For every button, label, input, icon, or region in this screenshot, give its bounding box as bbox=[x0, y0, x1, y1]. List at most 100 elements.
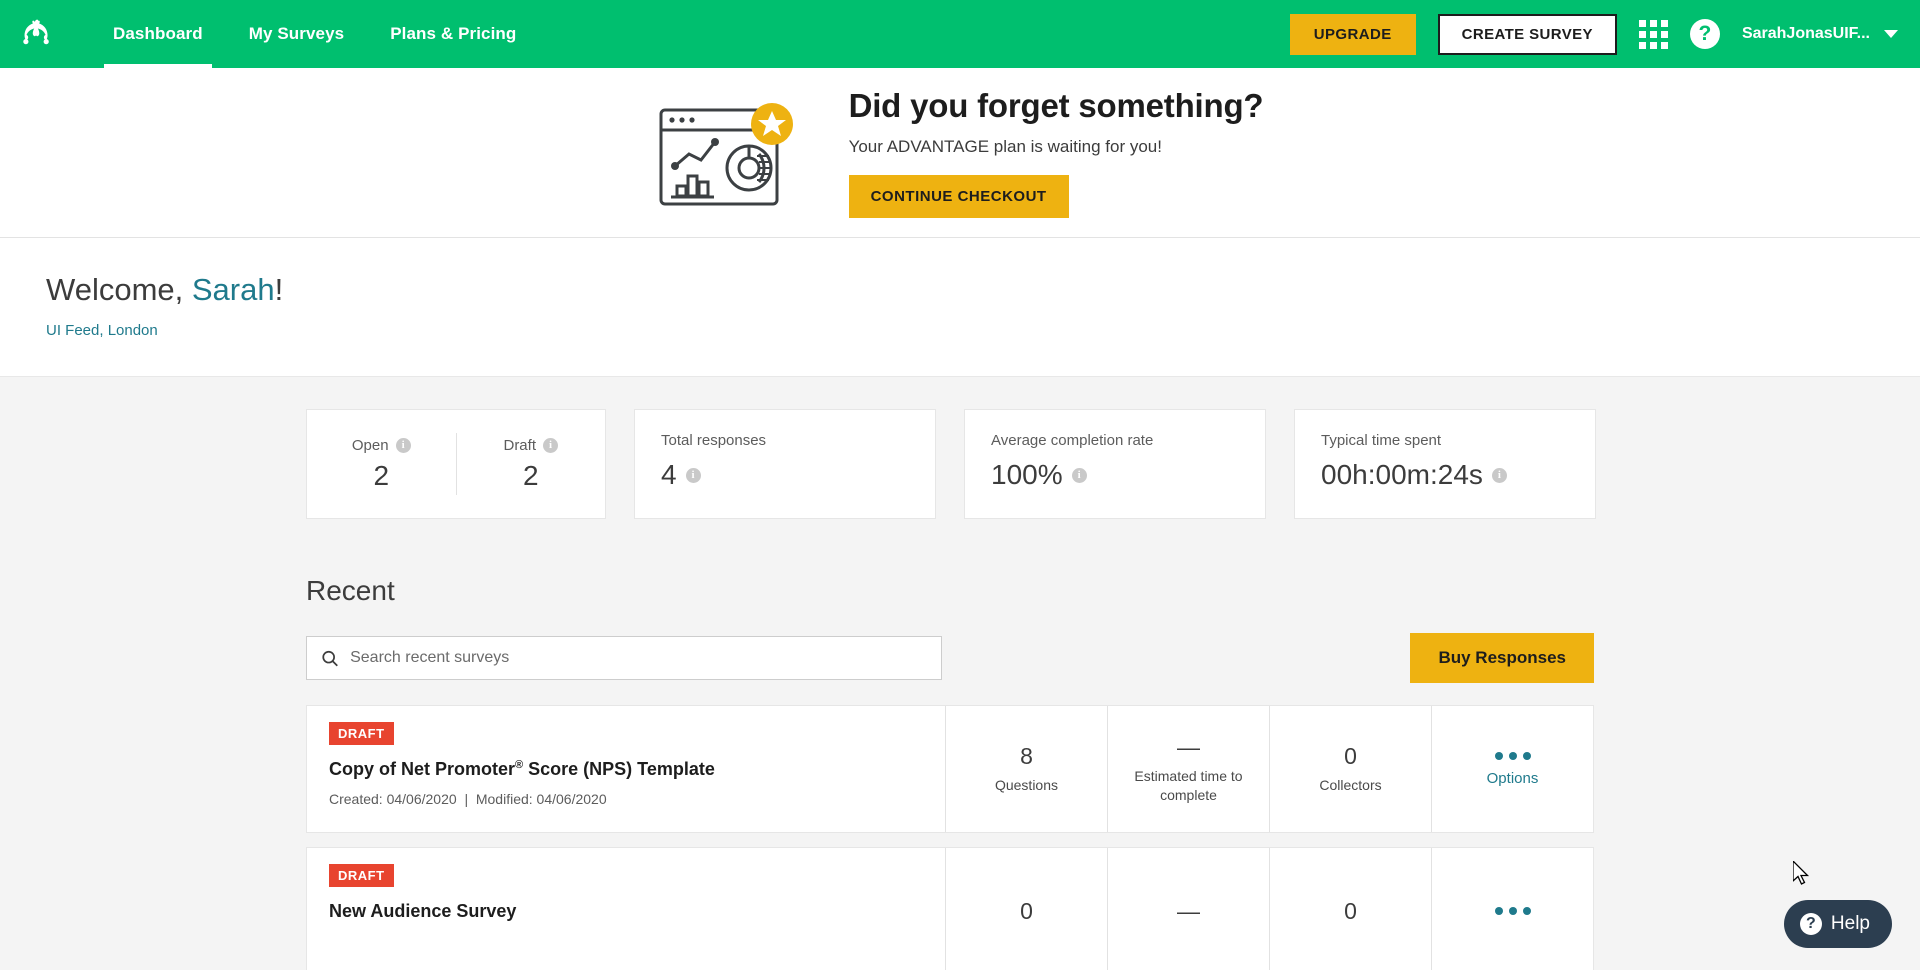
recent-toolbar: Buy Responses bbox=[306, 633, 1594, 683]
recent-title: Recent bbox=[306, 575, 395, 606]
question-mark-icon: ? bbox=[1799, 913, 1822, 935]
survey-title[interactable]: Copy of Net Promoter® Score (NPS) Templa… bbox=[329, 758, 749, 782]
survey-options-label[interactable]: Options bbox=[1487, 770, 1539, 787]
chevron-down-icon bbox=[1884, 30, 1898, 38]
draft-stat: Draft i 2 bbox=[457, 437, 606, 492]
survey-questions-column: 8 Questions bbox=[945, 706, 1107, 832]
survey-questions-column: 0 bbox=[945, 848, 1107, 970]
draft-stat-label-wrap: Draft i bbox=[457, 437, 606, 454]
open-stat-value: 2 bbox=[373, 459, 390, 491]
info-icon[interactable]: i bbox=[395, 437, 411, 453]
promo-banner: Did you forget something? Your ADVANTAGE… bbox=[0, 68, 1920, 238]
status-badge: DRAFT bbox=[329, 864, 394, 887]
info-icon[interactable]: i bbox=[1491, 467, 1507, 483]
stats-row: Open i 2 Draft i 2 Total responses 4 i A… bbox=[0, 377, 1920, 519]
survey-options-column[interactable] bbox=[1431, 848, 1593, 970]
survey-row-main: DRAFT Copy of Net Promoter® Score (NPS) … bbox=[307, 706, 945, 832]
completion-rate-label: Average completion rate bbox=[991, 432, 1154, 449]
recent-section: Recent Buy Responses DRAFT Copy of Net P… bbox=[0, 519, 1920, 970]
survey-questions-label: Questions bbox=[994, 777, 1059, 794]
promo-headline: Did you forget something? bbox=[848, 87, 1264, 124]
info-icon[interactable]: i bbox=[685, 467, 701, 483]
total-responses-value: 4 bbox=[661, 459, 677, 490]
total-responses-card: Total responses 4 i bbox=[634, 409, 936, 519]
total-responses-label: Total responses bbox=[661, 432, 767, 449]
survey-questions-value: 8 bbox=[1020, 743, 1033, 770]
nav-link-my-surveys[interactable]: My Surveys bbox=[226, 0, 368, 68]
open-stat-label-wrap: Open i bbox=[307, 437, 456, 454]
draft-stat-label: Draft bbox=[503, 436, 536, 454]
survey-row[interactable]: DRAFT Copy of Net Promoter® Score (NPS) … bbox=[306, 705, 1594, 833]
promo-subtext: Your ADVANTAGE plan is waiting for you! bbox=[848, 137, 1162, 156]
nav-right-actions: UPGRADE CREATE SURVEY ? SarahJonasUIF... bbox=[1289, 13, 1920, 55]
upgrade-button[interactable]: UPGRADE bbox=[1289, 13, 1416, 55]
survey-created-date: Created: 04/06/2020 bbox=[329, 790, 457, 807]
nav-link-plans-pricing-label: Plans & Pricing bbox=[390, 24, 517, 43]
create-survey-button[interactable]: CREATE SURVEY bbox=[1437, 13, 1617, 55]
account-menu[interactable]: SarahJonasUIF... bbox=[1742, 25, 1898, 43]
open-stat: Open i 2 bbox=[307, 437, 456, 492]
grid-apps-icon[interactable] bbox=[1638, 19, 1668, 49]
nav-links: Dashboard My Surveys Plans & Pricing bbox=[90, 0, 539, 68]
nav-link-dashboard-label: Dashboard bbox=[113, 24, 203, 43]
completion-rate-value: 100% bbox=[991, 459, 1063, 490]
welcome-suffix: ! bbox=[274, 272, 284, 307]
survey-time-value: — bbox=[1177, 733, 1200, 760]
search-icon bbox=[322, 650, 338, 666]
survey-questions-value: 0 bbox=[1020, 897, 1033, 924]
promo-text-block: Did you forget something? Your ADVANTAGE… bbox=[848, 87, 1264, 218]
dashboard-page: Dashboard My Surveys Plans & Pricing UPG… bbox=[0, 0, 1920, 970]
top-navigation-bar: Dashboard My Surveys Plans & Pricing UPG… bbox=[0, 0, 1920, 68]
nav-link-plans-pricing[interactable]: Plans & Pricing bbox=[367, 0, 539, 68]
survey-modified-date: Modified: 04/06/2020 bbox=[475, 790, 607, 807]
survey-collectors-value: 0 bbox=[1344, 743, 1357, 770]
survey-collectors-value: 0 bbox=[1344, 897, 1357, 924]
time-spent-card: Typical time spent 00h:00m:24s i bbox=[1294, 409, 1596, 519]
search-recent-surveys-box[interactable] bbox=[306, 636, 942, 680]
survey-row-main: DRAFT New Audience Survey bbox=[307, 848, 945, 970]
welcome-heading: Welcome, Sarah! bbox=[46, 272, 1920, 308]
surveymonkey-logo-icon[interactable] bbox=[14, 11, 60, 57]
team-location-link[interactable]: UI Feed, London bbox=[46, 322, 158, 339]
completion-rate-value-row: 100% i bbox=[991, 459, 1239, 491]
time-spent-value: 00h:00m:24s bbox=[1321, 459, 1483, 490]
welcome-user-name: Sarah bbox=[191, 272, 275, 307]
survey-list: DRAFT Copy of Net Promoter® Score (NPS) … bbox=[306, 705, 1594, 970]
survey-options-column[interactable]: Options bbox=[1431, 706, 1593, 832]
help-widget-button[interactable]: ? Help bbox=[1783, 900, 1892, 948]
search-input[interactable] bbox=[350, 649, 927, 667]
continue-checkout-button[interactable]: CONTINUE CHECKOUT bbox=[848, 175, 1069, 218]
help-question-icon[interactable]: ? bbox=[1689, 19, 1720, 49]
survey-time-value: — bbox=[1177, 897, 1200, 924]
info-icon[interactable]: i bbox=[1071, 467, 1087, 483]
info-icon[interactable]: i bbox=[543, 437, 558, 453]
ellipsis-icon[interactable] bbox=[1494, 751, 1531, 760]
survey-title[interactable]: New Audience Survey bbox=[329, 900, 749, 924]
survey-collectors-label: Collectors bbox=[1319, 777, 1382, 794]
nav-link-my-surveys-label: My Surveys bbox=[248, 24, 345, 43]
survey-dates: Created: 04/06/2020 | Modified: 04/06/20… bbox=[329, 791, 923, 807]
time-spent-label: Typical time spent bbox=[1321, 432, 1442, 449]
welcome-section: Welcome, Sarah! UI Feed, London bbox=[0, 238, 1920, 377]
status-badge: DRAFT bbox=[329, 722, 394, 745]
survey-time-column: — bbox=[1107, 848, 1269, 970]
analytics-window-star-icon bbox=[657, 98, 807, 208]
completion-rate-card: Average completion rate 100% i bbox=[964, 409, 1266, 519]
survey-time-column: — Estimated time to complete bbox=[1107, 706, 1269, 832]
survey-collectors-column: 0 bbox=[1269, 848, 1431, 970]
ellipsis-icon[interactable] bbox=[1494, 907, 1531, 915]
survey-date-separator: | bbox=[464, 790, 469, 807]
help-widget-label: Help bbox=[1830, 913, 1870, 934]
draft-stat-value: 2 bbox=[522, 459, 539, 491]
survey-row[interactable]: DRAFT New Audience Survey 0 — 0 bbox=[306, 847, 1594, 970]
survey-collectors-column: 0 Collectors bbox=[1269, 706, 1431, 832]
open-stat-label: Open bbox=[351, 436, 389, 454]
open-draft-card: Open i 2 Draft i 2 bbox=[306, 409, 606, 519]
account-name-label: SarahJonasUIF... bbox=[1741, 25, 1870, 42]
welcome-prefix: Welcome, bbox=[46, 272, 192, 307]
total-responses-value-row: 4 i bbox=[661, 459, 909, 491]
survey-time-label: Estimated time to complete bbox=[1134, 767, 1243, 803]
nav-link-dashboard[interactable]: Dashboard bbox=[90, 0, 226, 68]
time-spent-value-row: 00h:00m:24s i bbox=[1321, 459, 1569, 491]
buy-responses-button[interactable]: Buy Responses bbox=[1410, 633, 1594, 683]
